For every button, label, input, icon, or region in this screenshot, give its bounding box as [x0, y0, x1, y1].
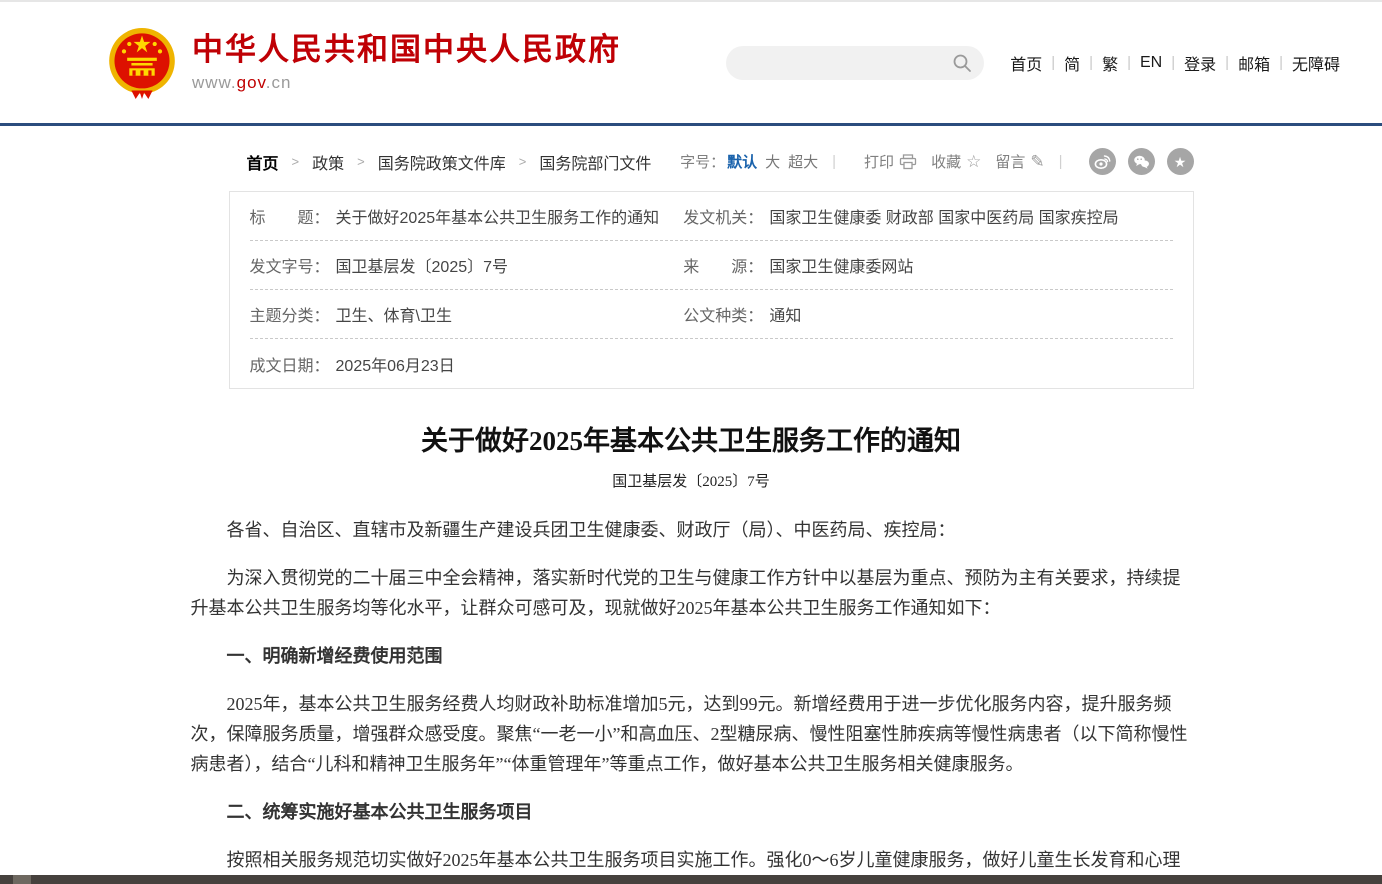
content-container: 首页 > 政策 > 国务院政策文件库 > 国务院部门文件 字号： 默认 大 超大…: [189, 148, 1194, 884]
breadcrumb-policy[interactable]: 政策: [312, 150, 344, 174]
article: 关于做好2025年基本公共卫生服务工作的通知 国卫基层发〔2025〕7号 各省、…: [189, 419, 1194, 884]
article-doc-number: 国卫基层发〔2025〕7号: [189, 470, 1194, 491]
site-url-www: www.: [192, 73, 237, 92]
meta-agency-label: 发文机关：: [683, 204, 763, 228]
meta-source-value: 国家卫生健康委网站: [769, 253, 913, 277]
meta-date-cell: 成文日期： 2025年06月23日: [250, 352, 684, 376]
meta-doctype-label: 公文种类：: [683, 302, 763, 326]
breadcrumb-separator: >: [519, 154, 527, 169]
favorite-share-button[interactable]: ★: [1167, 148, 1194, 175]
meta-source-label: 来 源：: [683, 253, 763, 277]
meta-doctype-cell: 公文种类： 通知: [683, 302, 1172, 326]
font-size-label: 字号：: [680, 151, 725, 172]
search-box[interactable]: [726, 46, 984, 80]
breadcrumb-separator: >: [292, 154, 300, 169]
meta-date-label: 成文日期：: [250, 352, 330, 376]
nav-separator: |: [1127, 54, 1131, 71]
nav-separator: |: [1171, 54, 1175, 71]
nav-home[interactable]: 首页: [1010, 51, 1042, 75]
nav-traditional[interactable]: 繁: [1102, 51, 1118, 75]
meta-agency-value: 国家卫生健康委 财政部 国家中医药局 国家疾控局: [769, 204, 1118, 228]
nav-english[interactable]: EN: [1140, 54, 1162, 72]
meta-number-cell: 发文字号： 国卫基层发〔2025〕7号: [250, 253, 684, 277]
collect-button[interactable]: 收藏 ☆: [931, 151, 981, 172]
article-title: 关于做好2025年基本公共卫生服务工作的通知: [189, 419, 1194, 458]
star-filled-icon: ★: [1174, 155, 1187, 169]
bottom-bar-light-segment: [13, 875, 31, 884]
article-body: 各省、自治区、直辖市及新疆生产建设兵团卫生健康委、财政厅（局）、中医药局、疾控局…: [189, 515, 1194, 884]
breadcrumb-separator: >: [357, 154, 365, 169]
collect-label: 收藏: [931, 151, 961, 172]
section-heading-1: 一、明确新增经费使用范围: [191, 641, 1192, 671]
nav-simplified[interactable]: 简: [1064, 51, 1080, 75]
meta-number-label: 发文字号：: [250, 253, 330, 277]
meta-row-number-source: 发文字号： 国卫基层发〔2025〕7号 来 源： 国家卫生健康委网站: [250, 241, 1173, 290]
pencil-icon: ✎: [1030, 153, 1044, 170]
breadcrumb-policy-library[interactable]: 国务院政策文件库: [378, 150, 506, 174]
meta-title-value: 关于做好2025年基本公共卫生服务工作的通知: [336, 204, 660, 228]
page-tools: 字号： 默认 大 超大 | 打印 收藏 ☆: [680, 148, 1193, 175]
comment-label: 留言: [995, 151, 1025, 172]
nav-separator: |: [1089, 54, 1093, 71]
header-divider: [0, 123, 1382, 126]
meta-category-label: 主题分类：: [250, 302, 330, 326]
page: 中华人民共和国中央人民政府 www.gov.cn 首页 | 简 | 繁 | EN | 登录 | 邮箱…: [0, 0, 1382, 884]
breadcrumb-department-docs[interactable]: 国务院部门文件: [539, 150, 651, 174]
site-title: 中华人民共和国中央人民政府: [192, 32, 621, 68]
meta-title-label: 标 题：: [250, 204, 330, 228]
meta-date-value: 2025年06月23日: [336, 352, 455, 376]
weibo-share-button[interactable]: [1089, 148, 1116, 175]
meta-category-cell: 主题分类： 卫生、体育\卫生: [250, 302, 684, 326]
search-icon[interactable]: [952, 53, 972, 73]
meta-agency-cell: 发文机关： 国家卫生健康委 财政部 国家中医药局 国家疾控局: [683, 204, 1172, 228]
wechat-icon: [1133, 154, 1150, 169]
meta-title-cell: 标 题： 关于做好2025年基本公共卫生服务工作的通知: [250, 204, 684, 228]
comment-button[interactable]: 留言 ✎: [995, 151, 1044, 172]
font-size-large[interactable]: 大: [765, 151, 780, 172]
bottom-bar: [0, 875, 1382, 884]
paragraph-salutation: 各省、自治区、直辖市及新疆生产建设兵团卫生健康委、财政厅（局）、中医药局、疾控局…: [191, 515, 1192, 545]
top-nav: 首页 | 简 | 繁 | EN | 登录 | 邮箱 | 无障碍: [1010, 51, 1340, 75]
print-button[interactable]: 打印: [864, 151, 917, 172]
document-meta-box: 标 题： 关于做好2025年基本公共卫生服务工作的通知 发文机关： 国家卫生健康…: [229, 191, 1194, 389]
print-label: 打印: [864, 151, 894, 172]
toolbar-separator: |: [832, 153, 836, 170]
nav-separator: |: [1225, 54, 1229, 71]
nav-accessibility[interactable]: 无障碍: [1292, 51, 1340, 75]
meta-number-value: 国卫基层发〔2025〕7号: [336, 253, 509, 277]
wechat-share-button[interactable]: [1128, 148, 1155, 175]
meta-row-title-agency: 标 题： 关于做好2025年基本公共卫生服务工作的通知 发文机关： 国家卫生健康…: [250, 192, 1173, 241]
meta-row-category-type: 主题分类： 卫生、体育\卫生 公文种类： 通知: [250, 290, 1173, 339]
meta-source-cell: 来 源： 国家卫生健康委网站: [683, 253, 1172, 277]
nav-login[interactable]: 登录: [1184, 51, 1216, 75]
meta-row-date: 成文日期： 2025年06月23日: [250, 339, 1173, 388]
font-size-default[interactable]: 默认: [727, 151, 757, 172]
font-size-xlarge[interactable]: 超大: [788, 151, 818, 172]
nav-separator: |: [1279, 54, 1283, 71]
weibo-icon: [1094, 154, 1111, 170]
nav-mailbox[interactable]: 邮箱: [1238, 51, 1270, 75]
meta-doctype-value: 通知: [769, 302, 801, 326]
national-emblem-logo: [108, 27, 176, 99]
printer-icon: [899, 154, 917, 170]
site-url-gov: gov: [237, 73, 266, 92]
star-outline-icon: ☆: [966, 153, 981, 170]
meta-category-value: 卫生、体育\卫生: [336, 302, 452, 326]
section-heading-2: 二、统筹实施好基本公共卫生服务项目: [191, 797, 1192, 827]
breadcrumb-home[interactable]: 首页: [247, 150, 279, 174]
nav-separator: |: [1051, 54, 1055, 71]
breadcrumb: 首页 > 政策 > 国务院政策文件库 > 国务院部门文件: [247, 150, 652, 174]
site-url: www.gov.cn: [192, 73, 621, 93]
search-input[interactable]: [738, 55, 952, 71]
site-header: 中华人民共和国中央人民政府 www.gov.cn 首页 | 简 | 繁 | EN | 登录 | 邮箱…: [0, 2, 1382, 123]
breadcrumb-toolbar-row: 首页 > 政策 > 国务院政策文件库 > 国务院部门文件 字号： 默认 大 超大…: [189, 148, 1194, 175]
brand-block: 中华人民共和国中央人民政府 www.gov.cn: [192, 32, 621, 93]
paragraph-intro: 为深入贯彻党的二十届三中全会精神，落实新时代党的卫生与健康工作方针中以基层为重点…: [191, 563, 1192, 623]
site-url-cn: .cn: [266, 73, 292, 92]
paragraph-section-1: 2025年，基本公共卫生服务经费人均财政补助标准增加5元，达到99元。新增经费用…: [191, 689, 1192, 779]
toolbar-separator: |: [1059, 153, 1063, 170]
